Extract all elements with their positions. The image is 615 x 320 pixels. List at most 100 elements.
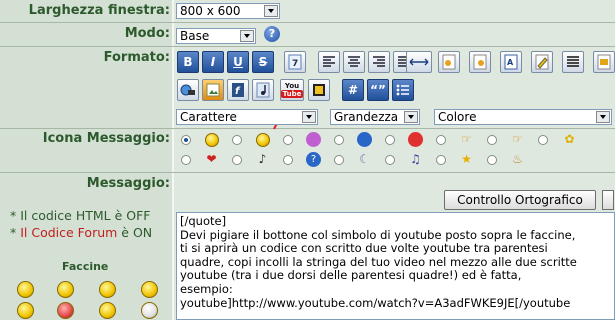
pencil-icon <box>535 54 549 70</box>
mode-select[interactable]: Base <box>176 28 256 44</box>
quote-button[interactable]: “” <box>367 79 389 101</box>
angry-icon <box>408 132 423 147</box>
list-doc-button[interactable] <box>562 51 584 73</box>
align-center-button[interactable] <box>343 51 365 73</box>
tongue-icon[interactable] <box>99 302 116 319</box>
icon-radio[interactable] <box>436 135 446 145</box>
double-arrow-icon <box>409 58 429 66</box>
italic-button[interactable]: I <box>202 51 224 73</box>
cake-icon: ♨ <box>512 152 523 166</box>
icon-radio[interactable] <box>334 155 344 165</box>
message-label: Messaggio: <box>86 176 170 191</box>
font-doc-button[interactable]: A <box>500 51 522 73</box>
lines-icon <box>567 56 579 67</box>
web-link-button[interactable] <box>177 79 199 101</box>
row-divider <box>0 128 615 129</box>
image-link-button[interactable] <box>469 51 491 73</box>
row-divider <box>0 22 615 23</box>
underline-button[interactable]: U <box>227 51 249 73</box>
strikethrough-button[interactable]: S <box>252 51 274 73</box>
music-button[interactable] <box>252 79 274 101</box>
paper-icon <box>442 54 456 70</box>
window-width-label: Larghezza finestra: <box>28 3 170 18</box>
framed-picture-icon <box>313 84 325 96</box>
heart-icon: ❤ <box>206 152 217 166</box>
gallery-button[interactable] <box>308 79 330 101</box>
html-status: * Il codice HTML è OFF <box>10 208 151 223</box>
smile-icon <box>205 133 219 147</box>
highlight-button[interactable] <box>531 51 553 73</box>
lightbulb-icon: ✿ <box>564 132 575 146</box>
message-textarea[interactable]: [/quote] Devi pigiare il bottone col sim… <box>176 212 615 320</box>
extra-button[interactable] <box>593 51 615 73</box>
chevron-down-icon <box>596 111 610 123</box>
icon-radio[interactable] <box>436 155 446 165</box>
smile-icon[interactable] <box>17 281 34 298</box>
align-center-icon <box>348 56 360 67</box>
list-button[interactable] <box>392 79 414 101</box>
hr-button[interactable] <box>406 51 432 73</box>
paper-icon <box>473 54 487 70</box>
picture-button[interactable] <box>202 79 224 101</box>
chevron-down-icon <box>240 30 254 42</box>
icon-radio[interactable] <box>538 135 548 145</box>
rolleyes-icon[interactable] <box>141 302 158 319</box>
help-icon[interactable]: ? <box>264 26 280 42</box>
icon-radio[interactable] <box>232 155 242 165</box>
music-note-icon <box>256 82 270 98</box>
icon-radio[interactable] <box>487 135 497 145</box>
star-icon: ★ <box>461 152 472 166</box>
code-button[interactable]: # <box>342 79 364 101</box>
row-divider <box>0 46 615 47</box>
chevron-down-icon <box>264 5 278 17</box>
cool-icon[interactable] <box>99 281 116 298</box>
flash-button[interactable]: f <box>227 79 249 101</box>
chevron-down-icon <box>302 111 316 123</box>
window-width-select[interactable]: 800 x 600 <box>176 3 280 19</box>
icon-radio[interactable] <box>385 135 395 145</box>
image-icon <box>206 83 220 97</box>
icon-radio[interactable] <box>334 135 344 145</box>
email-button[interactable] <box>438 51 460 73</box>
icon-radio[interactable] <box>181 155 191 165</box>
thumbs-icon: ☞ <box>512 132 523 146</box>
mode-label: Modo: <box>124 26 170 41</box>
icon-radio[interactable] <box>181 135 191 145</box>
icon-radio[interactable] <box>283 135 293 145</box>
spell-check-button[interactable]: Controllo Ortografico <box>444 190 596 210</box>
forum-code-status: * Il Codice Forum è ON <box>10 225 153 240</box>
icon-radio[interactable] <box>385 155 395 165</box>
align-left-button[interactable] <box>318 51 340 73</box>
bold-button[interactable]: B <box>177 51 199 73</box>
svg-text:7: 7 <box>292 59 298 69</box>
devil-icon[interactable] <box>57 302 74 319</box>
thumbs-icon: ☞ <box>461 132 472 146</box>
small-select-button[interactable] <box>602 190 614 210</box>
format-label: Formato: <box>103 50 170 65</box>
grin-icon[interactable] <box>57 281 74 298</box>
align-right-icon <box>373 56 385 67</box>
size-select[interactable]: Grandezza <box>330 109 420 125</box>
message-icon-label: Icona Messaggio: <box>42 131 170 146</box>
icon-radio[interactable] <box>487 155 497 165</box>
smilies-title: Faccine <box>62 260 109 273</box>
wink-icon[interactable] <box>17 302 34 319</box>
icon-radio[interactable] <box>283 155 293 165</box>
grin-icon <box>256 133 270 147</box>
align-right-button[interactable] <box>368 51 390 73</box>
laugh-icon[interactable] <box>141 281 158 298</box>
sad-icon <box>357 132 372 147</box>
chevron-down-icon <box>404 111 418 123</box>
youtube-button[interactable]: You Tube <box>280 79 304 101</box>
question-icon: ? <box>306 152 321 167</box>
music-icon: ♫ <box>410 152 421 166</box>
youtube-icon: You <box>284 82 300 90</box>
align-left-icon <box>323 56 335 67</box>
font-select[interactable]: Carattere <box>176 109 318 125</box>
svg-text:A: A <box>507 58 514 67</box>
icon-radio[interactable] <box>232 135 242 145</box>
superscript-button[interactable]: 7 <box>284 51 306 73</box>
row-divider <box>0 172 615 173</box>
color-select[interactable]: Colore <box>434 109 612 125</box>
text-document-icon: A <box>504 54 518 70</box>
